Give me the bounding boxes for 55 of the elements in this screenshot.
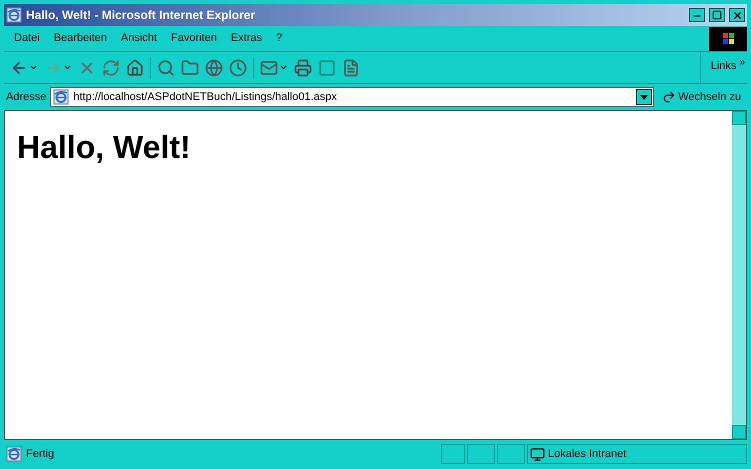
network-icon [530,446,545,462]
status-page-icon [6,446,22,462]
status-pane [467,444,495,464]
caret-icon [279,63,288,72]
menu-item[interactable]: Favoriten [164,30,223,47]
page-heading: Hallo, Welt! [17,128,192,167]
refresh-button[interactable] [102,58,120,76]
globe-icon [205,58,223,76]
printer-icon [294,58,312,76]
mail-icon [260,58,278,76]
maximize-button[interactable] [709,8,725,22]
square-icon [318,58,336,76]
caret-icon [29,63,38,72]
go-button[interactable]: Wechseln zu [658,88,745,106]
page-icon [53,89,70,105]
dropdown-button[interactable] [636,89,652,105]
browser-icon [6,7,22,23]
status-pane [497,444,525,464]
mail-button[interactable] [260,58,288,76]
address-field[interactable]: http://localhost/ASPdotNETBuch/Listings/hallo01.aspx [50,87,654,107]
close-icon [732,10,742,20]
menu-item[interactable]: ? [270,30,288,47]
close-button[interactable] [729,8,745,22]
status-pane [441,444,465,464]
menu-item[interactable]: Ansicht [114,30,163,47]
status-text: Fertig [26,446,54,462]
search-button[interactable] [157,58,175,76]
clock-icon [229,58,247,76]
maximize-icon [712,10,722,20]
links-label[interactable]: Links [710,58,736,74]
refresh-icon [102,58,120,76]
folder-button[interactable] [181,58,199,76]
arrow-icon [662,90,676,104]
clock-button[interactable] [229,58,247,76]
window-title: Hallo, Welt! - Microsoft Internet Explorer [26,7,256,24]
folder-icon [181,58,199,76]
square-button[interactable] [318,58,336,76]
globe-button[interactable] [205,58,223,76]
document-button[interactable] [342,58,360,76]
windows-logo-icon [709,26,747,50]
document-icon [342,58,360,76]
triangle-down-icon [640,94,648,100]
search-icon [157,58,175,76]
more-chevron[interactable]: » [739,58,745,68]
printer-button[interactable] [294,58,312,76]
caret-icon [63,63,72,72]
home-icon [126,58,144,76]
menu-item[interactable]: Bearbeiten [48,30,113,47]
zone-text: Lokales Intranet [548,446,626,462]
menu-item[interactable]: Extras [224,30,268,47]
address-label: Adresse [6,90,46,105]
minimize-button[interactable] [689,8,705,22]
home-button[interactable] [126,58,144,76]
menu-item[interactable]: Datei [8,30,46,47]
scrollbar[interactable] [732,111,746,439]
